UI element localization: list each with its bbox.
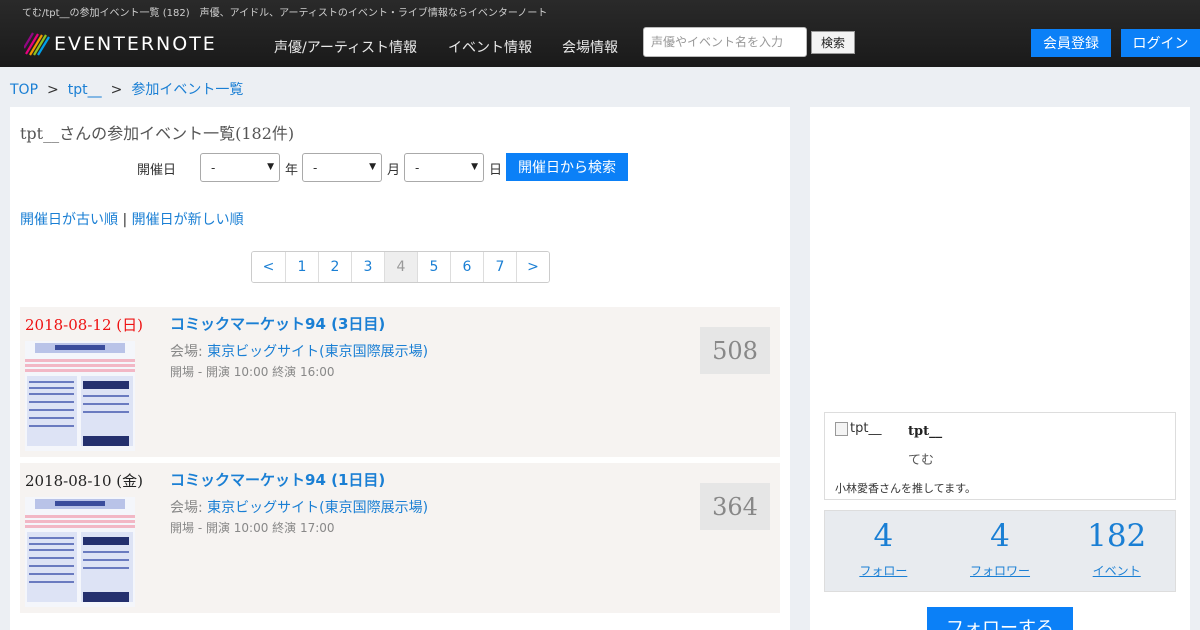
chevron-down-icon: ▼ [369, 162, 376, 172]
day-select[interactable]: - ▼ [404, 153, 484, 182]
event-time: 開場 - 開演 10:00 終演 16:00 [170, 365, 335, 379]
page-title: tpt__さんの参加イベント一覧(182件) [20, 124, 295, 143]
event-venue-label: 会場: [170, 344, 203, 360]
date-filter-label: 開催日 [137, 163, 177, 178]
stat-follow[interactable]: 4 フォロー [825, 511, 942, 591]
site-tagline: てむ/tpt__の参加イベント一覧 (182) 声優、アイドル、アーティストのイ… [22, 8, 548, 19]
event-venue-link[interactable]: 東京ビッグサイト(東京国際展示場) [207, 500, 428, 516]
stat-follow-label[interactable]: フォロー [825, 562, 942, 579]
event-thumbnail[interactable] [25, 341, 135, 451]
pagination-page[interactable]: 7 [483, 252, 516, 282]
events-panel: tpt__さんの参加イベント一覧(182件) 開催日 - ▼ 年 - ▼ 月 -… [10, 107, 790, 630]
logo-text: EVENTERNOTE [54, 33, 217, 55]
event-date: 2018-08-10 (金) [25, 472, 143, 490]
day-select-value: - [415, 160, 420, 175]
event-title-link[interactable]: コミックマーケット94 (1日目) [170, 469, 385, 490]
breadcrumb-top[interactable]: TOP [10, 82, 38, 98]
event-title-link[interactable]: コミックマーケット94 (3日目) [170, 313, 385, 334]
breadcrumb-separator: > [110, 82, 123, 98]
stat-followers-value: 4 [990, 518, 1010, 554]
month-select-value: - [313, 160, 318, 175]
breadcrumb-user[interactable]: tpt__ [68, 82, 102, 98]
sort-links: 開催日が古い順 | 開催日が新しい順 [20, 209, 244, 229]
event-date: 2018-08-12 (日) [25, 316, 143, 334]
pagination-page[interactable]: 5 [417, 252, 450, 282]
pagination-page[interactable]: 1 [285, 252, 318, 282]
site-logo[interactable]: EVENTERNOTE [24, 32, 217, 56]
follow-button[interactable]: フォローする [927, 607, 1073, 630]
event-item: 2018-08-10 (金) コミックマーケット94 (1日目) 会場: 東京ビ… [20, 463, 780, 613]
event-venue-link[interactable]: 東京ビッグサイト(東京国際展示場) [207, 344, 428, 360]
pagination-prev[interactable]: < [252, 252, 285, 282]
broken-image-icon [835, 421, 848, 436]
avatar-alt-text: tpt__ [850, 421, 882, 436]
year-unit: 年 [285, 163, 299, 178]
stat-followers[interactable]: 4 フォロワー [942, 511, 1059, 591]
stat-followers-label[interactable]: フォロワー [942, 562, 1059, 579]
event-venue: 会場: 東京ビッグサイト(東京国際展示場) [170, 497, 428, 517]
breadcrumb-current[interactable]: 参加イベント一覧 [131, 82, 243, 98]
event-venue-label: 会場: [170, 500, 203, 516]
pagination-page-current: 4 [384, 252, 417, 282]
sort-oldest-link[interactable]: 開催日が古い順 [20, 212, 118, 228]
pagination-next[interactable]: > [516, 252, 549, 282]
profile-name: tpt__ [908, 424, 943, 439]
pagination: < 1 2 3 4 5 6 7 > [251, 251, 550, 283]
stat-events-label[interactable]: イベント [1058, 562, 1175, 579]
breadcrumb-separator: > [47, 82, 59, 98]
pagination-page[interactable]: 3 [351, 252, 384, 282]
register-button[interactable]: 会員登録 [1031, 29, 1111, 57]
sidebar: tpt__ tpt__ てむ 小林愛香さんを推してます。 4 フォロー 4 フォ… [810, 107, 1190, 630]
nav-artist[interactable]: 声優/アーティスト情報 [274, 37, 417, 57]
event-attendee-count: 508 [700, 327, 770, 374]
profile-card: tpt__ tpt__ てむ 小林愛香さんを推してます。 [824, 412, 1176, 500]
event-attendee-count: 364 [700, 483, 770, 530]
nav-venues[interactable]: 会場情報 [562, 37, 618, 57]
profile-bio: 小林愛香さんを推してます。 [835, 482, 977, 495]
stat-events-value: 182 [1087, 518, 1147, 554]
pagination-page[interactable]: 6 [450, 252, 483, 282]
chevron-down-icon: ▼ [267, 162, 274, 172]
breadcrumb: TOP > tpt__ > 参加イベント一覧 [10, 79, 243, 99]
sort-divider: | [122, 212, 128, 228]
day-unit: 日 [489, 163, 503, 178]
year-select-value: - [211, 160, 216, 175]
event-thumbnail[interactable] [25, 497, 135, 607]
month-select[interactable]: - ▼ [302, 153, 382, 182]
stat-events[interactable]: 182 イベント [1058, 511, 1175, 591]
login-button[interactable]: ログイン [1121, 29, 1200, 57]
avatar[interactable]: tpt__ [835, 421, 881, 436]
date-search-button[interactable]: 開催日から検索 [506, 153, 628, 181]
search-button[interactable]: 検索 [811, 31, 855, 54]
profile-stats: 4 フォロー 4 フォロワー 182 イベント [824, 510, 1176, 592]
profile-nickname: てむ [908, 453, 935, 468]
year-select[interactable]: - ▼ [200, 153, 280, 182]
pagination-page[interactable]: 2 [318, 252, 351, 282]
sort-newest-link[interactable]: 開催日が新しい順 [132, 212, 244, 228]
chevron-down-icon: ▼ [471, 162, 478, 172]
top-header: てむ/tpt__の参加イベント一覧 (182) 声優、アイドル、アーティストのイ… [0, 0, 1200, 67]
event-item: 2018-08-12 (日) コミックマーケット94 (3日目) 会場: 東京ビ… [20, 307, 780, 457]
event-time: 開場 - 開演 10:00 終演 17:00 [170, 521, 335, 535]
event-venue: 会場: 東京ビッグサイト(東京国際展示場) [170, 341, 428, 361]
search-input[interactable] [643, 27, 807, 57]
stat-follow-value: 4 [873, 518, 894, 554]
month-unit: 月 [387, 163, 401, 178]
nav-events[interactable]: イベント情報 [448, 37, 532, 57]
logo-stripes-icon [24, 32, 50, 56]
